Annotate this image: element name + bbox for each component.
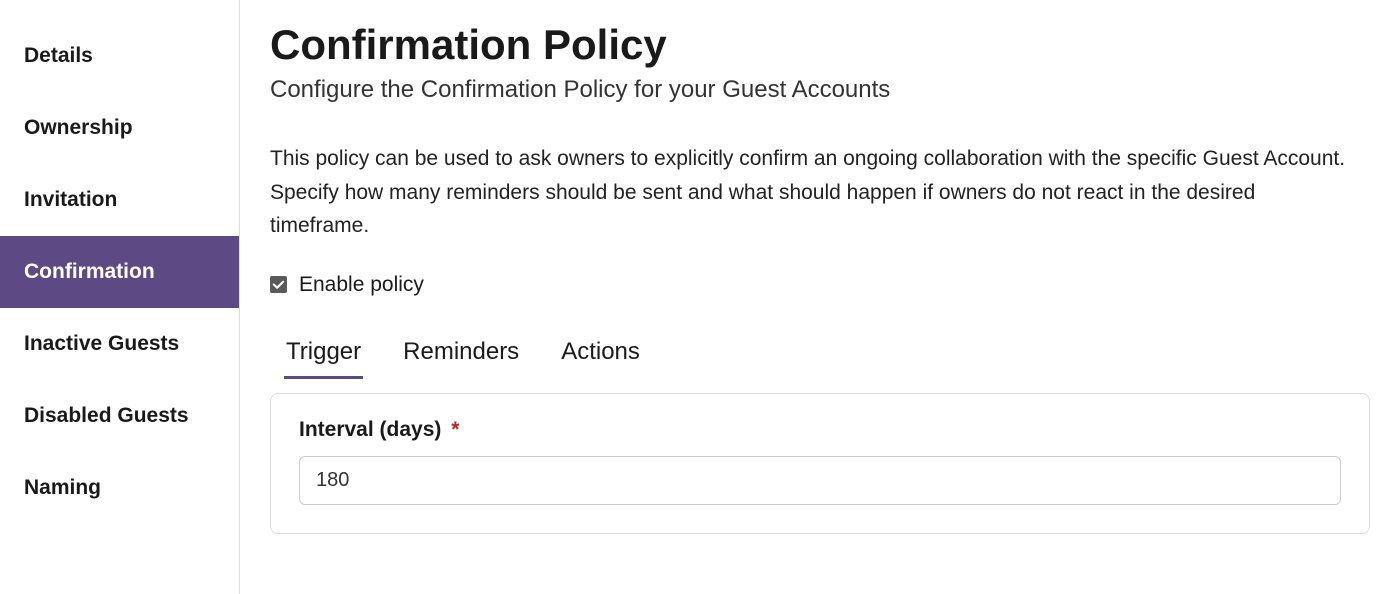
interval-label-text: Interval (days) [299, 418, 441, 441]
tab-actions[interactable]: Actions [559, 332, 642, 379]
sidebar-item-confirmation[interactable]: Confirmation [0, 236, 239, 308]
sidebar-item-naming[interactable]: Naming [0, 452, 239, 524]
interval-label: Interval (days) * [299, 418, 1341, 442]
interval-input[interactable] [299, 456, 1341, 505]
trigger-panel: Interval (days) * [270, 393, 1370, 534]
policy-description: This policy can be used to ask owners to… [270, 142, 1350, 243]
page-subtitle: Configure the Confirmation Policy for yo… [270, 76, 1370, 104]
tabs: Trigger Reminders Actions [270, 332, 1370, 379]
sidebar-item-inactive-guests[interactable]: Inactive Guests [0, 308, 239, 380]
tab-reminders[interactable]: Reminders [401, 332, 521, 379]
sidebar-item-disabled-guests[interactable]: Disabled Guests [0, 380, 239, 452]
sidebar-item-ownership[interactable]: Ownership [0, 92, 239, 164]
enable-policy-label[interactable]: Enable policy [299, 273, 424, 297]
tab-trigger[interactable]: Trigger [284, 332, 363, 379]
main-content: Confirmation Policy Configure the Confir… [240, 0, 1400, 594]
page-title: Confirmation Policy [270, 22, 1370, 68]
enable-policy-row: Enable policy [270, 273, 1370, 297]
check-icon [271, 277, 286, 292]
required-mark: * [451, 418, 459, 441]
sidebar-item-details[interactable]: Details [0, 20, 239, 92]
enable-policy-checkbox[interactable] [270, 276, 287, 293]
sidebar-item-invitation[interactable]: Invitation [0, 164, 239, 236]
sidebar: Details Ownership Invitation Confirmatio… [0, 0, 240, 594]
